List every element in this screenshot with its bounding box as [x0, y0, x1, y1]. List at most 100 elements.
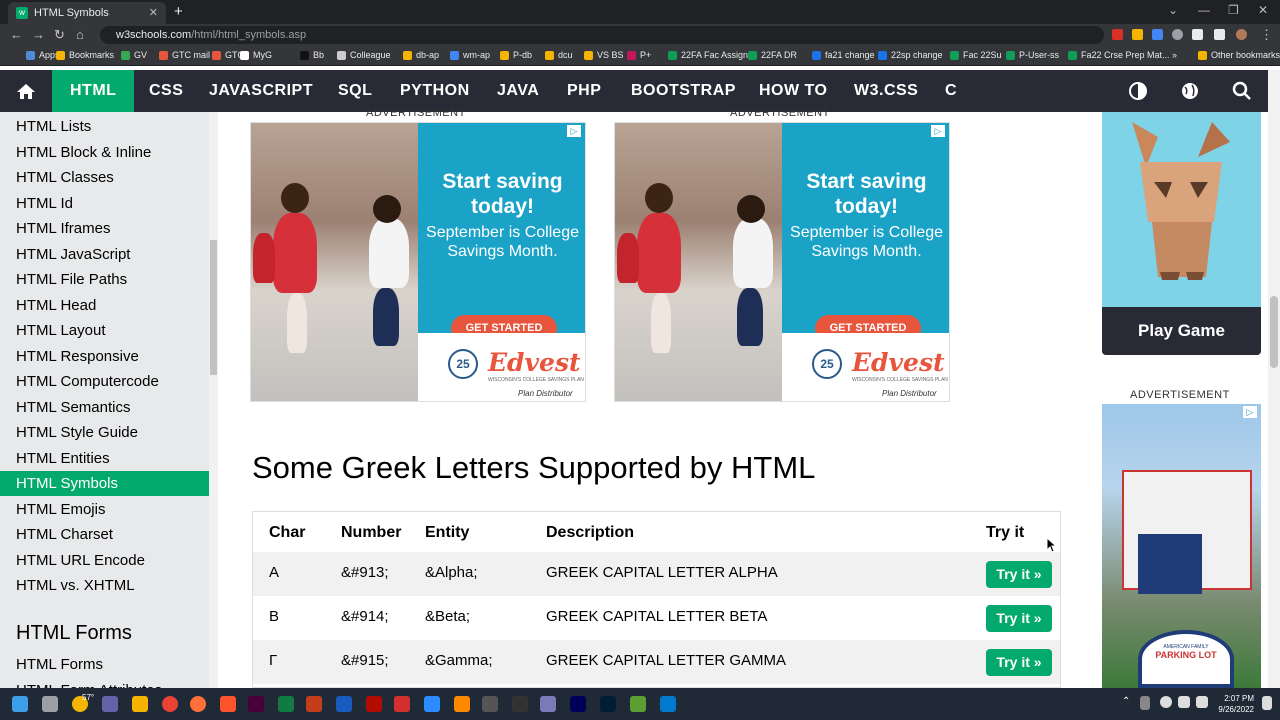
- reload-icon[interactable]: ↻: [54, 27, 65, 43]
- sidebar-item[interactable]: HTML Style Guide: [0, 420, 209, 445]
- profile-avatar[interactable]: [1236, 29, 1247, 40]
- bookmark-item[interactable]: 22sp change: [878, 50, 943, 60]
- bookmark-item[interactable]: MyG: [240, 50, 272, 60]
- sidebar-item[interactable]: HTML vs. XHTML: [0, 573, 209, 598]
- close-tab-icon[interactable]: ✕: [149, 6, 158, 19]
- nav-item-sql[interactable]: SQL: [338, 70, 372, 112]
- sidebar-scrollbar[interactable]: [209, 112, 218, 688]
- bookmark-item[interactable]: 22FA DR: [748, 50, 797, 60]
- home-browser-icon[interactable]: ⌂: [76, 27, 84, 42]
- sidebar-item[interactable]: HTML File Paths: [0, 267, 209, 292]
- nav-item-java[interactable]: JAVA: [497, 70, 539, 112]
- excel-icon[interactable]: [278, 696, 294, 712]
- start-icon[interactable]: [12, 696, 28, 712]
- nav-item-css[interactable]: CSS: [149, 70, 183, 112]
- search-icon[interactable]: [1232, 70, 1252, 112]
- bookmark-item[interactable]: wm-ap: [450, 50, 490, 60]
- bookmark-item[interactable]: Colleague: [337, 50, 391, 60]
- sidepanel-icon[interactable]: [1214, 29, 1225, 40]
- try-it-button[interactable]: Try it »: [986, 649, 1052, 676]
- wifi-icon[interactable]: [1160, 696, 1172, 708]
- bookmark-item[interactable]: fa21 change: [812, 50, 875, 60]
- edvest-ad[interactable]: Start saving today! September is College…: [614, 122, 950, 402]
- extension-icon[interactable]: [1172, 29, 1183, 40]
- game-ad[interactable]: Play Game: [1102, 112, 1261, 355]
- sidebar-item[interactable]: HTML Forms: [0, 652, 209, 677]
- sidebar-item[interactable]: HTML Form Attributes: [0, 678, 209, 689]
- bookmark-item[interactable]: GV: [121, 50, 147, 60]
- sidebar-item[interactable]: HTML Entities: [0, 446, 209, 471]
- bookmark-item[interactable]: P+: [627, 50, 651, 60]
- bookmark-item[interactable]: Bb: [300, 50, 324, 60]
- sidebar-item[interactable]: HTML Semantics: [0, 395, 209, 420]
- extension-icon[interactable]: [1132, 29, 1143, 40]
- nav-item-html[interactable]: HTML: [52, 70, 135, 112]
- acrobat-icon[interactable]: [366, 696, 382, 712]
- sidebar-item[interactable]: HTML Head: [0, 293, 209, 318]
- tray-overflow-icon[interactable]: ⌃: [1122, 696, 1130, 707]
- globe-icon[interactable]: [1180, 70, 1200, 112]
- puzzle-icon[interactable]: [1192, 29, 1203, 40]
- page-scroll-thumb[interactable]: [1270, 296, 1278, 368]
- bookmark-item[interactable]: P-db: [500, 50, 532, 60]
- nav-item-w3-css[interactable]: W3.CSS: [854, 70, 918, 112]
- minimize-icon[interactable]: —: [1198, 3, 1210, 17]
- sidebar-item[interactable]: HTML Classes: [0, 165, 209, 190]
- bookmark-item[interactable]: Fa22 Crse Prep Mat...: [1068, 50, 1170, 60]
- nav-item-how-to[interactable]: HOW TO: [759, 70, 827, 112]
- notepad-plus-icon[interactable]: [630, 696, 646, 712]
- tab-search-icon[interactable]: ⌄: [1168, 3, 1178, 17]
- page-scrollbar[interactable]: [1268, 70, 1280, 688]
- extension-icon[interactable]: [1112, 29, 1123, 40]
- sidebar-scroll-thumb[interactable]: [210, 240, 217, 375]
- adchoices-icon[interactable]: ▷: [567, 125, 581, 137]
- sidebar-item[interactable]: HTML Iframes: [0, 216, 209, 241]
- address-bar[interactable]: w3schools.com/html/html_symbols.asp: [100, 26, 1104, 44]
- sidebar-item[interactable]: HTML Id: [0, 191, 209, 216]
- brave-icon[interactable]: [220, 696, 236, 712]
- sidebar-item[interactable]: HTML URL Encode: [0, 548, 209, 573]
- chrome-icon[interactable]: [162, 696, 178, 712]
- bookmark-item[interactable]: Apps: [26, 50, 60, 60]
- word-icon[interactable]: [336, 696, 352, 712]
- teams-icon[interactable]: [102, 696, 118, 712]
- sidebar-item[interactable]: HTML Responsive: [0, 344, 209, 369]
- other-bookmarks[interactable]: Other bookmarks: [1198, 50, 1280, 60]
- sidebar-item[interactable]: HTML Block & Inline: [0, 140, 209, 165]
- tab-html-symbols[interactable]: w HTML Symbols ✕: [8, 2, 166, 24]
- powerpoint-icon[interactable]: [306, 696, 322, 712]
- bookmark-item[interactable]: dcu: [545, 50, 573, 60]
- battery-icon[interactable]: [1196, 696, 1208, 708]
- dreamweaver-icon[interactable]: [248, 696, 264, 712]
- forward-icon[interactable]: →: [32, 27, 45, 42]
- volume-icon[interactable]: [1178, 696, 1190, 708]
- bookmark-item[interactable]: Fac 22Su: [950, 50, 1002, 60]
- sidebar-item[interactable]: HTML Emojis: [0, 497, 209, 522]
- nav-item-javascript[interactable]: JAVASCRIPT: [209, 70, 313, 112]
- firefox-icon[interactable]: [190, 696, 206, 712]
- play-game-button[interactable]: Play Game: [1102, 307, 1261, 355]
- try-it-button[interactable]: Try it »: [986, 605, 1052, 632]
- sidebar-item[interactable]: HTML JavaScript: [0, 242, 209, 267]
- adchoices-icon[interactable]: ▷: [1243, 406, 1257, 418]
- audition-icon[interactable]: [570, 696, 586, 712]
- bookmark-item[interactable]: 22FA Fac Assign: [668, 50, 748, 60]
- sidebar-item[interactable]: HTML Layout: [0, 318, 209, 343]
- nav-item-bootstrap[interactable]: BOOTSTRAP: [631, 70, 736, 112]
- bookmark-item[interactable]: P-User-ss: [1006, 50, 1059, 60]
- back-icon[interactable]: ←: [10, 27, 23, 42]
- photoshop-icon[interactable]: [600, 696, 616, 712]
- sidebar-item[interactable]: HTML Charset: [0, 522, 209, 547]
- edvest-ad[interactable]: Start saving today! September is College…: [250, 122, 586, 402]
- bookmark-item[interactable]: GTC mail: [159, 50, 210, 60]
- nav-item-c[interactable]: C: [945, 70, 957, 112]
- sidebar-item[interactable]: HTML Symbols: [0, 471, 209, 496]
- task-view-icon[interactable]: [42, 696, 58, 712]
- adchoices-icon[interactable]: ▷: [931, 125, 945, 137]
- nav-item-php[interactable]: PHP: [567, 70, 601, 112]
- close-window-icon[interactable]: ✕: [1258, 3, 1268, 17]
- menu-icon[interactable]: ⋮: [1260, 27, 1273, 43]
- microphone-icon[interactable]: [1140, 696, 1150, 710]
- home-icon[interactable]: [16, 70, 36, 112]
- bookmarks-overflow-icon[interactable]: »: [1172, 50, 1177, 60]
